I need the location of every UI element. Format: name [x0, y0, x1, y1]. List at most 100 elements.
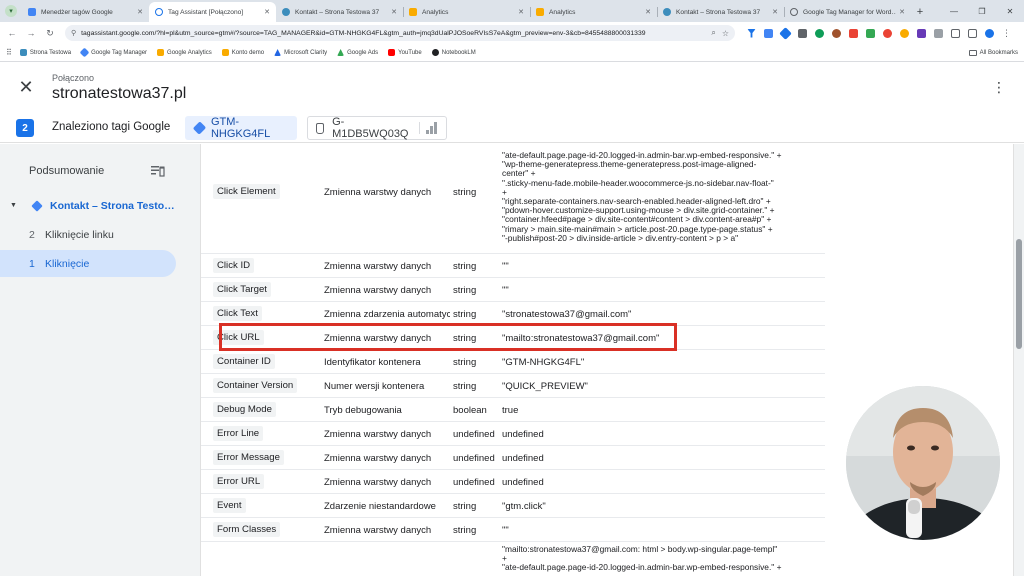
browser-tab[interactable]: Menedżer tagów Google ✕ [22, 2, 149, 22]
close-icon[interactable]: ✕ [137, 8, 143, 16]
presenter-webcam [846, 386, 1000, 540]
table-row: Container Version Numer wersji kontenera… [201, 374, 825, 398]
folder-icon [968, 49, 977, 56]
gtm-extension-icon[interactable] [779, 26, 792, 40]
table-row: Container ID Identyfikator kontenera str… [201, 350, 825, 374]
close-icon[interactable]: ✕ [264, 8, 270, 16]
bookmark-item[interactable]: Google Ads [337, 49, 378, 56]
address-bar[interactable]: ⚲ tagassistant.google.com/?hl=pl&utm_sou… [65, 25, 735, 41]
browser-toolbar: ← → ↻ ⚲ tagassistant.google.com/?hl=pl&u… [0, 22, 1024, 44]
browser-tab[interactable]: Kontakt – Strona Testowa 37 ✕ [276, 2, 403, 22]
apps-grid-icon[interactable]: ⠿ [6, 48, 12, 57]
sidebar-page-item[interactable]: ▼ Kontakt – Strona Testo… [0, 192, 176, 219]
browser-tab[interactable]: Analytics ✕ [403, 2, 530, 22]
bookmark-favicon-icon [79, 47, 90, 58]
presenter-portrait-image [846, 386, 1000, 540]
scrollbar-thumb[interactable] [1016, 239, 1022, 349]
close-icon[interactable]: ✕ [772, 8, 778, 16]
green-extension-icon[interactable] [866, 28, 875, 38]
table-row: "mailto:stronatestowa37@gmail.com: html … [201, 542, 825, 576]
close-icon[interactable]: ✕ [899, 8, 905, 16]
sidebar-event-click[interactable]: 1 Kliknięcie [0, 250, 176, 277]
yellow-extension-icon[interactable] [900, 28, 909, 38]
bookmarks-bar: ⠿ Strona Testowa Google Tag Manager Goog… [0, 44, 1024, 62]
new-tab-button[interactable]: + [911, 2, 929, 22]
caret-down-icon[interactable]: ▼ [10, 202, 18, 209]
bookmark-item[interactable]: Google Analytics [157, 49, 212, 56]
bookmark-item[interactable]: NotebookLM [431, 49, 476, 56]
close-icon[interactable]: ✕ [518, 8, 524, 16]
table-row: Click ID Zmienna warstwy danych string "… [201, 254, 825, 278]
color-extension-icon[interactable] [815, 28, 824, 38]
chevron-down-icon: ▾ [5, 5, 17, 17]
close-icon[interactable]: ✕ [391, 8, 397, 16]
tags-bar: 2 Znaleziono tagi Google GTM-NHGKG4FL G-… [0, 113, 1024, 143]
sidebar: Podsumowanie ▼ Kontakt – Strona Testo… 2… [0, 144, 190, 576]
browser-tab[interactable]: Google Tag Manager for Word… ✕ [784, 2, 911, 22]
forward-icon[interactable]: → [23, 25, 39, 41]
reload-icon[interactable]: ↻ [42, 25, 58, 41]
url-text: tagassistant.google.com/?hl=pl&utm_sourc… [81, 29, 646, 37]
cookie-extension-icon[interactable] [832, 28, 841, 38]
all-bookmarks-button[interactable]: All Bookmarks [968, 49, 1018, 56]
ga-tag-chip[interactable]: G-M1DB5WQ03Q [307, 116, 447, 140]
table-row: Form Classes Zmienna warstwy danych stri… [201, 518, 825, 542]
zoom-icon[interactable]: ⌕ [711, 28, 715, 38]
form-element-value-fragment: "mailto:stronatestowa37@gmail.com: html … [502, 545, 782, 573]
table-row: Error Message Zmienna warstwy danych und… [201, 446, 825, 470]
sidebar-event-link-click[interactable]: 2 Kliknięcie linku [0, 221, 176, 248]
puzzle-extensions-icon[interactable] [951, 28, 960, 38]
window-controls: — ❐ ✕ [940, 0, 1024, 22]
close-icon[interactable]: ✕ [16, 77, 36, 97]
bookmark-item[interactable]: Google Tag Manager [79, 47, 147, 58]
analytics-bars-icon [419, 122, 438, 134]
tag-extension-icon[interactable] [764, 28, 773, 38]
bookmark-item[interactable]: Konto demo [221, 49, 264, 56]
bookmark-star-icon[interactable]: ☆ [722, 29, 729, 38]
gtm-container-chip[interactable]: GTM-NHGKG4FL [185, 116, 297, 140]
back-icon[interactable]: ← [4, 25, 20, 41]
site-favicon-icon [282, 8, 290, 16]
clear-list-icon[interactable] [151, 164, 165, 178]
profile-avatar-icon[interactable] [985, 28, 994, 38]
table-row: Event Zdarzenie niestandardowe string "g… [201, 494, 825, 518]
found-tags-label: Znaleziono tagi Google [52, 121, 171, 133]
summary-title[interactable]: Podsumowanie [29, 165, 104, 177]
gtm-favicon-icon [28, 8, 36, 16]
filter-extension-icon[interactable] [747, 28, 756, 38]
close-window-icon[interactable]: ✕ [996, 7, 1024, 16]
record-extension-icon[interactable] [883, 28, 892, 38]
tag-count-badge: 2 [16, 119, 34, 137]
camera-extension-icon[interactable] [798, 28, 807, 38]
gtm-diamond-icon [192, 121, 207, 135]
table-row: Click Element Zmienna warstwy danych str… [201, 144, 825, 254]
grey-extension-icon[interactable] [934, 28, 943, 38]
browser-tab-active[interactable]: Tag Assistant [Połączono] ✕ [149, 2, 276, 22]
tab-search-button[interactable]: ▾ [0, 0, 22, 22]
bookmark-favicon-icon [337, 49, 345, 56]
site-info-icon[interactable]: ⚲ [71, 29, 76, 37]
click-element-value: "ate-default.page.page-id-20.logged-in.a… [502, 151, 782, 243]
browser-tab[interactable]: Kontakt – Strona Testowa 37 ✕ [657, 2, 784, 22]
analytics-favicon-icon [536, 8, 544, 16]
minimize-icon[interactable]: — [940, 7, 968, 16]
bookmark-favicon-icon [19, 49, 27, 56]
bookmark-item[interactable]: YouTube [388, 49, 422, 56]
side-panel-icon[interactable] [968, 28, 977, 38]
close-icon[interactable]: ✕ [645, 8, 651, 16]
browser-tab[interactable]: Analytics ✕ [530, 2, 657, 22]
scrollbar[interactable] [1014, 144, 1024, 576]
bookmark-item[interactable]: Microsoft Clarity [274, 49, 327, 56]
purple-extension-icon[interactable] [917, 28, 926, 38]
bookmark-item[interactable]: Strona Testowa [19, 49, 71, 56]
google-favicon-icon [790, 8, 798, 16]
browser-menu-icon[interactable]: ⋮ [1002, 28, 1011, 39]
analytics-favicon-icon [409, 8, 417, 16]
table-row-click-url: Click URL Zmienna warstwy danych string … [201, 326, 825, 350]
table-row: Debug Mode Tryb debugowania boolean true [201, 398, 825, 422]
browser-tab-strip: ▾ Menedżer tagów Google ✕ Tag Assistant [… [0, 0, 1024, 22]
restore-icon[interactable]: ❐ [968, 7, 996, 16]
more-options-icon[interactable]: ⋮ [992, 79, 1006, 96]
connection-status: Połączono [52, 73, 95, 83]
red-extension-icon[interactable] [849, 28, 858, 38]
